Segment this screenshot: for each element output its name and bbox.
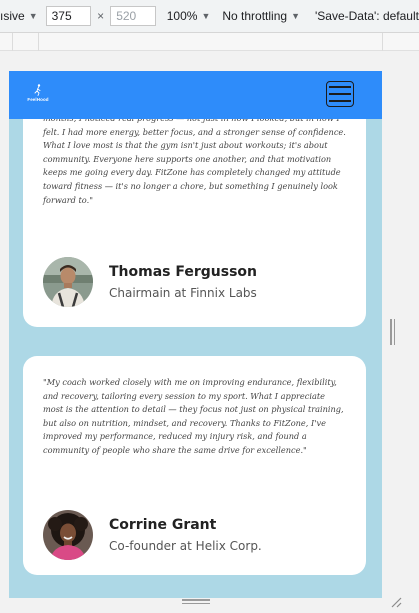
hamburger-line: [329, 86, 351, 88]
grip-line: [393, 319, 395, 345]
save-data-label: 'Save-Data': default: [315, 9, 419, 23]
grip-line: [182, 602, 210, 604]
throttle-select[interactable]: No throttling ▼: [222, 9, 300, 23]
testimonial-quote: "My coach worked closely with me on impr…: [43, 377, 344, 455]
throttle-label: No throttling: [222, 9, 288, 23]
width-input[interactable]: 375: [45, 6, 92, 26]
testimonial-author: Thomas Fergusson Chairmain at Finnix Lab…: [43, 257, 257, 307]
runner-icon: [34, 84, 41, 96]
resize-corner-icon[interactable]: [390, 596, 402, 608]
woman-portrait-image: [43, 510, 93, 560]
grip-line: [182, 599, 210, 601]
avatar: [43, 257, 93, 307]
site-navbar: FeelHood: [9, 71, 382, 119]
ruler-segment[interactable]: [38, 33, 39, 51]
device-toolbar: ısive ▼ 375 × 520 100% ▼ No throttling ▼…: [0, 0, 419, 33]
times-symbol: ×: [97, 9, 105, 23]
author-name: Corrine Grant: [109, 517, 217, 533]
ruler-segment[interactable]: [12, 33, 13, 51]
man-portrait-image: [43, 257, 93, 307]
logo-text: FeelHood: [27, 97, 49, 102]
device-select[interactable]: ısive ▼: [0, 9, 38, 23]
device-label: ısive: [0, 9, 25, 23]
testimonial-author: Corrine Grant Co-founder at Helix Corp.: [43, 510, 262, 560]
chevron-down-icon: ▼: [201, 11, 211, 21]
author-name: Thomas Fergusson: [109, 264, 258, 280]
menu-toggle-button[interactable]: [326, 81, 354, 107]
device-viewport: months, I noticed real progress — not ju…: [9, 71, 382, 598]
zoom-select[interactable]: 100% ▼: [167, 9, 211, 23]
brand-logo[interactable]: FeelHood: [25, 84, 51, 106]
zoom-label: 100%: [166, 9, 198, 23]
hamburger-line: [329, 93, 351, 95]
resize-handle-bottom[interactable]: [182, 599, 210, 605]
ruler-segment[interactable]: [382, 33, 383, 51]
author-role: Co-founder at Helix Corp.: [109, 539, 262, 553]
testimonial-card: "My coach worked closely with me on impr…: [23, 356, 366, 575]
chevron-down-icon: ▼: [28, 11, 38, 21]
avatar: [43, 510, 93, 560]
author-role: Chairmain at Finnix Labs: [109, 286, 257, 300]
chevron-down-icon: ▼: [291, 11, 300, 21]
hamburger-line: [329, 100, 351, 102]
media-query-ruler[interactable]: [0, 33, 419, 51]
device-stage: months, I noticed real progress — not ju…: [0, 51, 419, 613]
save-data-select[interactable]: 'Save-Data': default: [315, 9, 419, 23]
grip-line: [390, 319, 392, 345]
resize-handle-right[interactable]: [390, 319, 396, 345]
height-input[interactable]: 520: [110, 6, 156, 26]
